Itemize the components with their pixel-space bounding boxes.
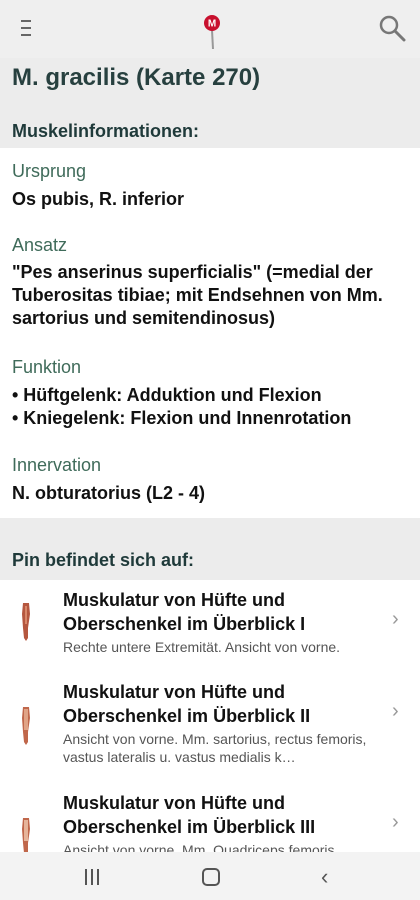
top-app-bar: M	[0, 0, 420, 58]
list-item-title: Muskulatur von Hüfte und Oberschenkel im…	[63, 682, 311, 726]
pin-location-header: Pin befindet sich auf:	[12, 550, 195, 570]
search-icon[interactable]	[378, 14, 406, 42]
list-item[interactable]: Muskulatur von Hüfte und Oberschenkel im…	[0, 783, 420, 852]
function-label: Funktion	[12, 357, 82, 377]
list-item-subtitle: Ansicht von vorne. Mm. Quadriceps femori…	[63, 842, 349, 852]
innervation-value: N. obturatorius (L2 - 4)	[12, 483, 205, 503]
leg-thumbnail-icon	[22, 603, 30, 641]
chevron-right-icon: ›	[392, 811, 399, 833]
muscle-info-card: Ursprung Os pubis, R. inferior Ansatz "P…	[0, 148, 420, 518]
logo-letter: M	[208, 19, 216, 30]
insertion-value: "Pes anserinus superficialis" (=medial d…	[12, 262, 383, 328]
chevron-right-icon: ›	[392, 700, 399, 722]
muscle-info-header: Muskelinformationen:	[12, 121, 200, 141]
pin-location-list: Muskulatur von Hüfte und Oberschenkel im…	[0, 580, 420, 852]
leg-thumbnail-icon	[22, 707, 30, 745]
function-list: • Hüftgelenk: Adduktion und Flexion • Kn…	[12, 384, 412, 430]
function-item-knee: • Kniegelenk: Flexion und Innenrotation	[12, 408, 352, 428]
map-pin-logo-icon: M	[204, 15, 220, 50]
chevron-right-icon: ›	[392, 608, 399, 630]
list-item-title: Muskulatur von Hüfte und Oberschenkel im…	[63, 590, 306, 634]
innervation-label: Innervation	[12, 455, 102, 475]
function-item-hip: • Hüftgelenk: Adduktion und Flexion	[12, 385, 322, 405]
list-item-subtitle: Rechte untere Extremität. Ansicht von vo…	[63, 639, 341, 655]
recents-icon[interactable]	[85, 869, 101, 885]
list-item-title: Muskulatur von Hüfte und Oberschenkel im…	[63, 793, 316, 837]
origin-value: Os pubis, R. inferior	[12, 189, 185, 209]
page-title: M. gracilis (Karte 270)	[12, 64, 261, 91]
insertion-label: Ansatz	[12, 235, 68, 255]
back-icon[interactable]: ‹	[321, 864, 328, 890]
home-icon[interactable]	[202, 868, 220, 886]
list-item[interactable]: Muskulatur von Hüfte und Oberschenkel im…	[0, 580, 420, 680]
list-item-subtitle: Ansicht von vorne. Mm. sartorius, rectus…	[63, 731, 367, 765]
leg-thumbnail-icon	[22, 818, 30, 852]
list-item[interactable]: Muskulatur von Hüfte und Oberschenkel im…	[0, 672, 420, 772]
hamburger-menu-icon[interactable]	[16, 20, 36, 38]
system-nav-bar: ‹	[0, 852, 420, 900]
origin-label: Ursprung	[12, 161, 87, 181]
